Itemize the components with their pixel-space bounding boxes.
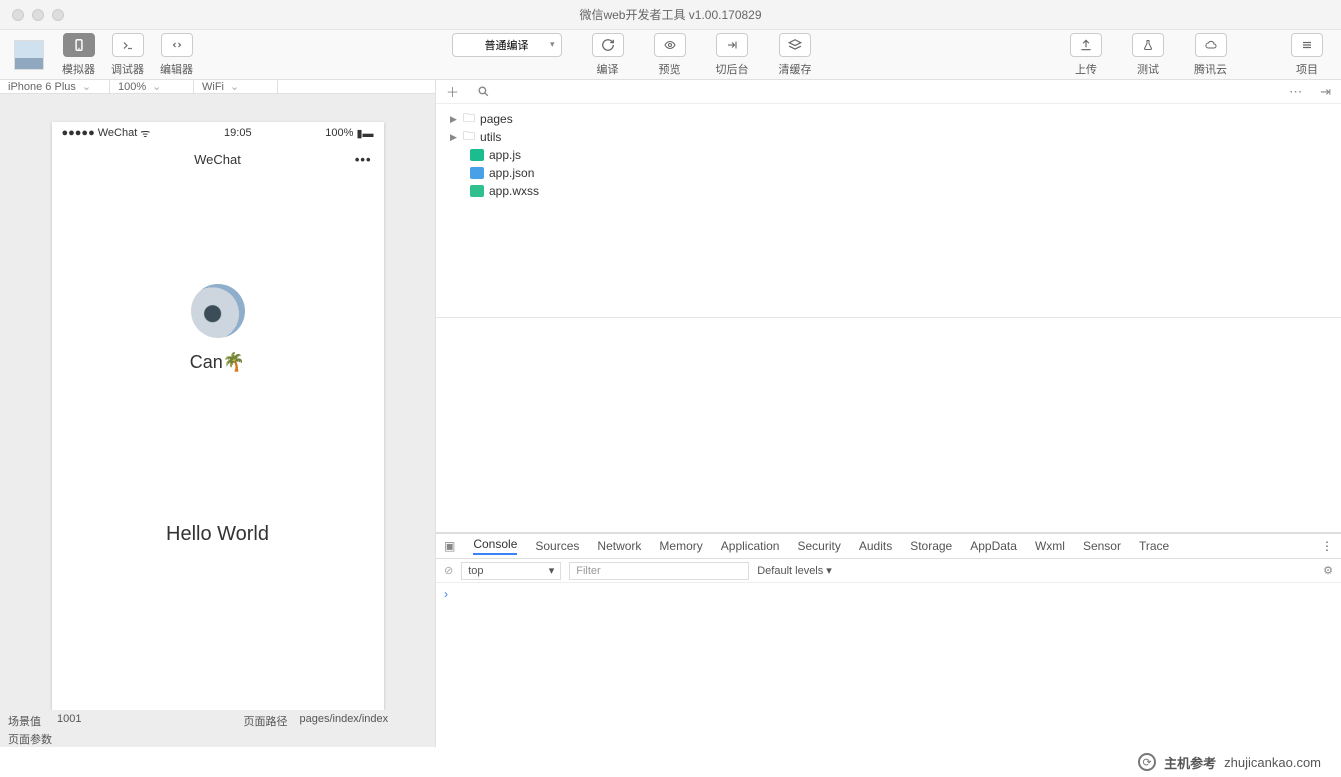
tab-memory[interactable]: Memory [659,539,702,553]
compile-mode-select[interactable]: 普通编译 [444,33,570,57]
window-title: 微信web开发者工具 v1.00.170829 [579,6,761,23]
context-select[interactable]: top▾ [461,562,561,580]
tab-security[interactable]: Security [797,539,840,553]
tab-network[interactable]: Network [597,539,641,553]
editor-toggle[interactable]: 编辑器 [152,33,201,77]
refresh-icon [592,33,624,57]
debugger-toggle[interactable]: 调试器 [103,33,152,77]
code-icon [161,33,193,57]
simulator-footer: 场景值 1001 页面路径 pages/index/index 页面参数 [0,710,435,750]
search-icon[interactable] [477,85,490,98]
add-file-button[interactable]: ＋ [446,82,459,101]
inspect-icon[interactable]: ▣ [444,539,455,553]
tab-appdata[interactable]: AppData [970,539,1017,553]
minimize-icon[interactable] [32,9,44,21]
network-select[interactable]: WiFi [194,80,278,93]
watermark-logo-icon: ⟳ [1138,753,1156,771]
tab-audits[interactable]: Audits [859,539,892,553]
close-icon[interactable] [12,9,24,21]
debug-icon [112,33,144,57]
folder-utils[interactable]: ▶🗀utils [450,128,1341,146]
filter-input[interactable]: Filter [569,562,749,580]
file-app-js[interactable]: app.js [450,146,1341,164]
background-button[interactable]: 切后台 [708,33,757,77]
view-toggle-group: 模拟器 调试器 编辑器 [54,33,201,77]
file-app-wxss[interactable]: app.wxss [450,182,1341,200]
folder-icon: 🗀 [463,127,475,148]
json-file-icon [470,167,484,179]
eye-icon [654,33,686,57]
phone-nav-bar: WeChat ••• [52,144,384,174]
clear-console-icon[interactable]: ⊘ [444,564,453,577]
page-footer-watermark: ⟳ 主机参考 zhujicankao.com [0,747,1341,777]
phone-status-bar: ●●●●● WeChat ᯤ 19:05 100% ▮▬ [52,122,384,144]
editor-area [436,318,1341,533]
simulator-config-bar: iPhone 6 Plus 100% WiFi [0,80,435,94]
tab-storage[interactable]: Storage [910,539,952,553]
gear-icon[interactable]: ⚙ [1323,564,1333,577]
console-output[interactable]: › [436,583,1341,747]
devtools-panel: ▣ Console Sources Network Memory Applica… [436,533,1341,747]
tab-wxml[interactable]: Wxml [1035,539,1065,553]
hello-text: Hello World [166,523,269,546]
file-tree: ▶🗀pages ▶🗀utils app.js app.json app.wxss [436,104,1341,318]
console-filter-bar: ⊘ top▾ Filter Default levels ▾ ⚙ [436,559,1341,583]
signal-icon: ●●●●● [62,127,95,139]
battery-icon: ▮▬ [356,127,373,140]
menu-icon [1291,33,1323,57]
more-icon[interactable]: ••• [355,152,372,167]
more-options-icon[interactable]: ⋯ [1289,84,1302,100]
account-avatar[interactable] [14,40,44,70]
simulator-panel: iPhone 6 Plus 100% WiFi ●●●●● WeChat ᯤ 1… [0,80,436,747]
tab-trace[interactable]: Trace [1139,539,1169,553]
switch-icon [716,33,748,57]
phone-icon [63,33,95,57]
upload-button[interactable]: 上传 [1062,33,1110,77]
tencent-cloud-button[interactable]: 腾讯云 [1186,33,1235,77]
status-time: 19:05 [224,127,252,139]
window-controls [0,9,64,21]
flask-icon [1132,33,1164,57]
device-select[interactable]: iPhone 6 Plus [0,80,110,93]
devtools-tabs: ▣ Console Sources Network Memory Applica… [436,533,1341,559]
zoom-icon[interactable] [52,9,64,21]
phone-content[interactable]: Can🌴 Hello World [52,174,384,710]
test-button[interactable]: 测试 [1124,33,1172,77]
title-bar: 微信web开发者工具 v1.00.170829 [0,0,1341,30]
user-name: Can🌴 [190,352,245,373]
user-avatar[interactable] [191,284,245,338]
project-menu-button[interactable]: 项目 [1283,33,1331,77]
toolbar-right: 上传 测试 腾讯云 项目 [1062,33,1331,77]
nav-title: WeChat [194,152,241,167]
preview-button[interactable]: 预览 [646,33,694,77]
clear-cache-button[interactable]: 清缓存 [771,33,820,77]
tab-sources[interactable]: Sources [535,539,579,553]
simulator-toggle[interactable]: 模拟器 [54,33,103,77]
tab-console[interactable]: Console [473,537,517,555]
log-level-select[interactable]: Default levels ▾ [757,564,832,577]
compile-button[interactable]: 编译 [584,33,632,77]
cloud-icon [1195,33,1227,57]
file-tree-toolbar: ＋ ⋯ ⇥ [436,80,1341,104]
toolbar-center: 普通编译 编译 预览 切后台 清缓存 [201,33,1062,77]
collapse-tree-icon[interactable]: ⇥ [1320,84,1331,100]
js-file-icon [470,149,484,161]
folder-pages[interactable]: ▶🗀pages [450,110,1341,128]
tab-sensor[interactable]: Sensor [1083,539,1121,553]
console-prompt: › [444,587,448,601]
phone-frame: ●●●●● WeChat ᯤ 19:05 100% ▮▬ WeChat ••• … [52,122,384,710]
stack-icon [779,33,811,57]
upload-icon [1070,33,1102,57]
main-toolbar: 模拟器 调试器 编辑器 普通编译 编译 预览 切后台 清缓存 [0,30,1341,80]
tab-application[interactable]: Application [721,539,780,553]
devtools-more-icon[interactable]: ⋮ [1321,539,1333,553]
file-app-json[interactable]: app.json [450,164,1341,182]
wifi-icon: ᯤ [140,126,150,141]
zoom-select[interactable]: 100% [110,80,194,93]
wxss-file-icon [470,185,484,197]
